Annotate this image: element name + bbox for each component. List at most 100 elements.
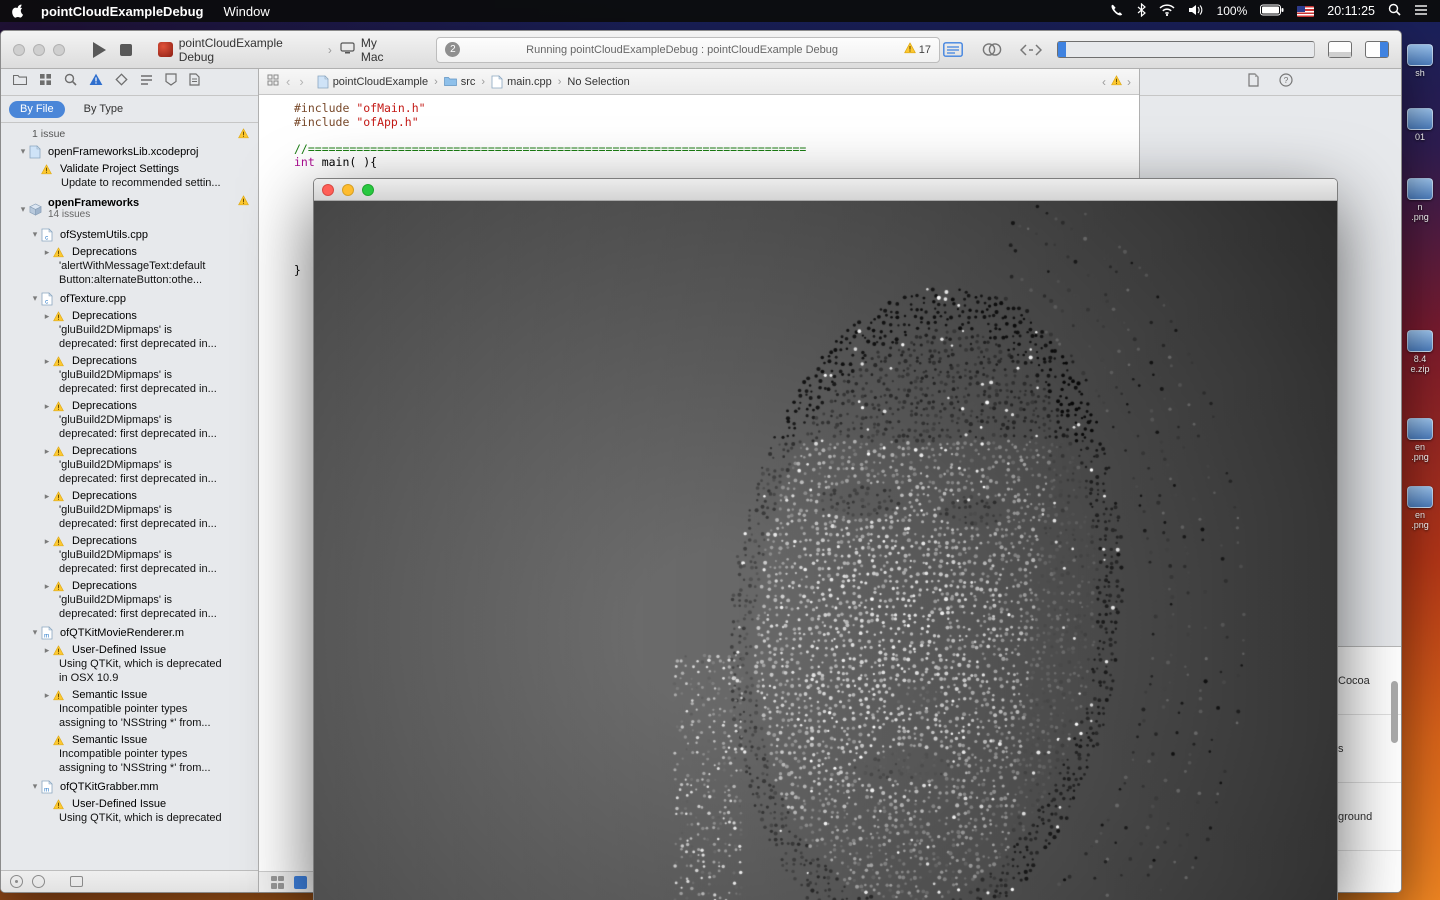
code-line[interactable]: int main( ){ <box>294 155 1139 170</box>
disclosure-triangle[interactable]: ▸ <box>41 401 53 412</box>
jumpbar-crumb[interactable]: pointCloudExample <box>317 74 428 89</box>
editor-grid-icon[interactable] <box>271 875 284 889</box>
volume-icon[interactable] <box>1188 4 1204 19</box>
zoom-button[interactable] <box>53 43 65 56</box>
close-button[interactable] <box>322 183 334 196</box>
filter-icon[interactable] <box>10 875 23 888</box>
issue-row[interactable]: ▸ Deprecations <box>1 244 258 260</box>
forward-button[interactable]: › <box>297 74 305 89</box>
point-cloud-canvas[interactable] <box>314 201 1337 900</box>
previous-issue-button[interactable]: ‹ <box>1102 75 1106 89</box>
disclosure-triangle[interactable]: ▸ <box>41 247 53 258</box>
menubar-app-name[interactable]: pointCloudExampleDebug <box>41 4 204 19</box>
input-language-flag-icon[interactable] <box>1297 5 1315 17</box>
debug-navigator-icon[interactable] <box>140 73 153 91</box>
file-inspector-icon[interactable] <box>1248 72 1259 92</box>
symbol-navigator-icon[interactable] <box>39 73 52 91</box>
scheme-name[interactable]: pointCloudExample Debug <box>179 36 320 64</box>
close-button[interactable] <box>13 43 25 56</box>
jumpbar-crumb[interactable]: src <box>443 76 475 88</box>
file-row[interactable]: ▾ c ofTexture.cpp <box>1 289 258 308</box>
spotlight-icon[interactable] <box>1388 3 1401 19</box>
disclosure-triangle[interactable]: ▸ <box>41 645 53 656</box>
minimize-button[interactable] <box>33 43 45 56</box>
file-row[interactable]: ▾ c ofSystemUtils.cpp <box>1 225 258 244</box>
scope-tab-by-file[interactable]: By File <box>9 100 65 118</box>
disclosure-triangle[interactable]: ▸ <box>41 311 53 322</box>
issue-row[interactable]: ▸ Deprecations <box>1 353 258 369</box>
quick-help-icon[interactable]: ? <box>1279 72 1293 92</box>
code-line[interactable] <box>294 129 1139 143</box>
issue-row[interactable]: ▸ Deprecations <box>1 308 258 324</box>
issue-row[interactable]: ▸ Deprecations <box>1 578 258 594</box>
issue-row[interactable]: User-Defined Issue <box>1 796 258 812</box>
pointcloud-window-titlebar[interactable] <box>314 179 1337 201</box>
run-button[interactable] <box>93 41 106 58</box>
editor-blue-toggle-icon[interactable] <box>294 875 307 889</box>
jumpbar-crumb[interactable]: main.cpp <box>491 74 552 89</box>
issue-row[interactable]: ▸ Deprecations <box>1 443 258 459</box>
disclosure-triangle[interactable]: ▸ <box>41 491 53 502</box>
disclosure-triangle[interactable]: ▾ <box>17 146 29 157</box>
issue-row[interactable]: ▸ User-Defined Issue <box>1 642 258 658</box>
disclosure-triangle[interactable]: ▾ <box>29 627 41 638</box>
next-issue-button[interactable]: › <box>1127 75 1131 89</box>
disclosure-triangle[interactable]: ▾ <box>29 293 41 304</box>
stop-button[interactable] <box>120 43 132 56</box>
minimize-button[interactable] <box>342 183 354 196</box>
show-only-errors-icon[interactable] <box>32 875 45 888</box>
jumpbar-crumb[interactable]: No Selection <box>567 76 629 88</box>
scheme-selector[interactable]: pointCloudExample Debug › My Mac <box>157 36 403 64</box>
library-scrollbar[interactable] <box>1391 681 1398 743</box>
project-navigator-icon[interactable] <box>12 73 28 91</box>
disclosure-triangle[interactable]: ▸ <box>41 690 53 701</box>
handoff-phone-icon[interactable] <box>1109 3 1124 20</box>
disclosure-triangle[interactable]: ▾ <box>17 204 29 215</box>
code-line[interactable]: //======================================… <box>294 142 1139 157</box>
destination-name[interactable]: My Mac <box>361 36 403 64</box>
file-row[interactable]: ▾ m ofQTKitGrabber.mm <box>1 777 258 796</box>
desktop-icon[interactable]: 01 <box>1402 108 1438 142</box>
desktop-icon[interactable]: 8.4 e.zip <box>1402 330 1438 374</box>
desktop-icon[interactable]: en .png <box>1402 486 1438 530</box>
issue-row[interactable]: ▸ Deprecations <box>1 488 258 504</box>
toggle-utilities-button[interactable] <box>1365 41 1389 58</box>
notification-center-icon[interactable] <box>1414 4 1428 19</box>
project-row[interactable]: ▾ openFrameworks 14 issues <box>1 193 258 225</box>
wifi-icon[interactable] <box>1159 3 1175 19</box>
filter-field[interactable] <box>70 876 83 887</box>
disclosure-triangle[interactable]: ▾ <box>29 781 41 792</box>
menubar-menu-window[interactable]: Window <box>224 4 270 19</box>
toggle-debug-area-button[interactable] <box>1328 41 1352 58</box>
standard-editor-button[interactable] <box>940 40 966 59</box>
search-navigator-icon[interactable] <box>64 73 77 91</box>
back-button[interactable]: ‹ <box>284 74 292 89</box>
related-items-icon[interactable] <box>267 74 279 89</box>
desktop-icon[interactable]: n .png <box>1402 178 1438 222</box>
bluetooth-icon[interactable] <box>1137 2 1146 20</box>
breakpoint-navigator-icon[interactable] <box>165 73 177 91</box>
disclosure-triangle[interactable]: ▸ <box>41 581 53 592</box>
desktop-icon[interactable]: en .png <box>1402 418 1438 462</box>
toggle-navigator-button[interactable] <box>1057 41 1315 58</box>
code-line[interactable]: #include "ofMain.h" <box>294 101 1139 116</box>
desktop-icon[interactable]: sh <box>1402 44 1438 78</box>
test-navigator-icon[interactable] <box>115 73 128 91</box>
report-navigator-icon[interactable] <box>189 73 200 91</box>
disclosure-triangle[interactable]: ▾ <box>29 229 41 240</box>
file-row[interactable]: ▾ openFrameworksLib.xcodeproj <box>1 142 258 161</box>
issue-row[interactable]: ▸ Deprecations <box>1 398 258 414</box>
issue-row[interactable]: ▸ Semantic Issue <box>1 687 258 703</box>
issue-row[interactable]: Semantic Issue <box>1 732 258 748</box>
zoom-button[interactable] <box>362 183 374 196</box>
pointcloud-app-window[interactable] <box>313 178 1338 900</box>
issue-row[interactable]: Validate Project Settings <box>1 161 258 177</box>
code-line[interactable]: #include "ofApp.h" <box>294 115 1139 130</box>
disclosure-triangle[interactable]: ▸ <box>41 536 53 547</box>
disclosure-triangle[interactable]: ▸ <box>41 446 53 457</box>
assistant-editor-button[interactable] <box>979 40 1005 59</box>
apple-menu-icon[interactable] <box>12 4 25 19</box>
issue-row[interactable]: ▸ Deprecations <box>1 533 258 549</box>
version-editor-button[interactable] <box>1018 40 1044 59</box>
file-row[interactable]: ▾ m ofQTKitMovieRenderer.m <box>1 623 258 642</box>
